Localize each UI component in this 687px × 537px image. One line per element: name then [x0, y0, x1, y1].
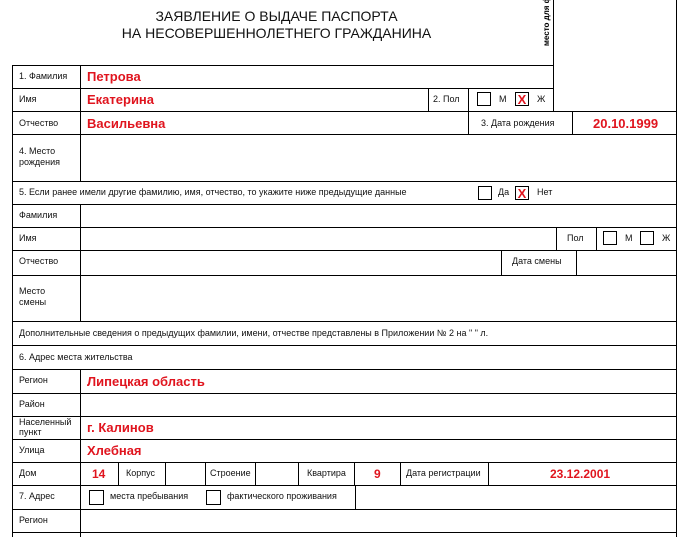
photo-box-right-border	[676, 0, 677, 537]
prev-sex-label: Пол	[567, 233, 584, 243]
reg-date-field[interactable]: 23.12.2001	[489, 463, 676, 485]
cell-divider	[400, 462, 401, 485]
photo-placeholder-label: место для ф	[542, 0, 551, 46]
house-label: Дом	[19, 468, 37, 478]
sex-female-checkbox[interactable]: X	[515, 92, 529, 106]
cell-divider	[428, 88, 429, 111]
birthdate-value: 20.10.1999	[593, 116, 659, 131]
district-field[interactable]	[81, 394, 676, 416]
street-field[interactable]: Хлебная	[81, 440, 676, 462]
birthplace-label-line-2: рождения	[19, 157, 61, 167]
name-label: Имя	[19, 94, 37, 104]
cell-divider	[556, 227, 557, 250]
row-line	[12, 532, 676, 533]
prev-name-label: Имя	[19, 233, 37, 243]
prev-name-field[interactable]	[81, 228, 555, 250]
cell-divider	[468, 111, 469, 134]
stay-address-label: места пребывания	[110, 491, 189, 501]
region-label: Регион	[19, 375, 48, 385]
house-field[interactable]: 14	[81, 463, 118, 485]
previous-names-no-checkbox[interactable]: X	[515, 186, 529, 200]
birthdate-field[interactable]: 20.10.1999	[573, 112, 676, 134]
previous-names-no-label: Нет	[537, 187, 553, 197]
row-line	[12, 181, 676, 182]
locality-field[interactable]: г. Калинов	[81, 417, 676, 439]
previous-names-yes-label: Да	[498, 187, 510, 197]
form-title-line-2: НА НЕСОВЕРШЕННОЛЕТНЕГО ГРАЖДАНИНА	[121, 25, 432, 41]
row-line	[12, 345, 676, 346]
patronymic-label: Отчество	[19, 118, 59, 128]
form-title-line-1: ЗАЯВЛЕНИЕ О ВЫДАЧЕ ПАСПОРТА	[155, 8, 398, 24]
prev-patronymic-label: Отчество	[19, 256, 59, 266]
cell-divider	[501, 250, 502, 275]
prev-patronymic-field[interactable]	[81, 251, 500, 274]
region-field[interactable]: Липецкая область	[81, 370, 676, 393]
stay-address-checkbox[interactable]	[89, 490, 104, 505]
prev-sex-female-label: Ж	[662, 233, 671, 243]
surname-value: Петрова	[87, 69, 141, 84]
birthdate-label: 3. Дата рождения	[481, 118, 555, 128]
region-value: Липецкая область	[87, 374, 205, 389]
region-7-label: Регион	[19, 515, 48, 525]
structure-label: Строение	[210, 468, 251, 478]
structure-field[interactable]	[256, 463, 298, 485]
change-date-label: Дата смены	[512, 256, 562, 266]
name-value: Екатерина	[87, 92, 155, 107]
prev-sex-male-label: М	[625, 233, 633, 243]
prev-sex-male-checkbox[interactable]	[603, 231, 617, 245]
cell-divider	[118, 462, 119, 485]
previous-names-yes-checkbox[interactable]	[478, 186, 492, 200]
row-line	[12, 485, 676, 486]
change-place-label-line-1: Место	[19, 286, 46, 296]
apartment-label: Квартира	[307, 468, 346, 478]
reg-date-label: Дата регистрации	[406, 468, 481, 478]
sex-label: 2. Пол	[433, 94, 460, 104]
surname-label: 1. Фамилия	[19, 71, 68, 81]
building-field[interactable]	[166, 463, 205, 485]
change-place-field[interactable]	[81, 276, 676, 321]
previous-names-question: 5. Если ранее имели другие фамилию, имя,…	[19, 187, 407, 197]
prev-surname-label: Фамилия	[19, 210, 58, 220]
sex-male-checkbox[interactable]	[477, 92, 491, 106]
prev-surname-field[interactable]	[81, 205, 676, 227]
region-7-field[interactable]	[81, 510, 676, 532]
reg-date-value: 23.12.2001	[550, 467, 611, 481]
address-7-label: 7. Адрес	[19, 491, 55, 501]
cell-divider	[468, 88, 469, 111]
actual-address-label: фактического проживания	[227, 491, 337, 501]
sex-female-label: Ж	[537, 94, 546, 104]
apartment-value: 9	[374, 467, 381, 481]
actual-address-checkbox[interactable]	[206, 490, 221, 505]
prev-sex-female-checkbox[interactable]	[640, 231, 654, 245]
locality-label-line-2: пункт	[19, 427, 42, 437]
surname-field[interactable]: Петрова	[81, 66, 553, 88]
patronymic-value: Васильевна	[87, 116, 166, 131]
birthplace-label-line-1: 4. Место	[19, 146, 56, 156]
photo-box-left-border	[553, 0, 554, 112]
residence-address-title: 6. Адрес места жительства	[19, 352, 133, 362]
district-label: Район	[19, 399, 45, 409]
street-label: Улица	[19, 445, 45, 455]
building-label: Корпус	[126, 468, 156, 478]
cell-divider	[205, 462, 206, 485]
form-left-border	[12, 65, 13, 537]
locality-value: г. Калинов	[87, 420, 154, 435]
patronymic-field[interactable]: Васильевна	[81, 112, 467, 134]
change-place-label-line-2: смены	[19, 297, 47, 307]
sex-male-label: М	[499, 94, 507, 104]
name-field[interactable]: Екатерина	[81, 89, 427, 111]
cell-divider	[298, 462, 299, 485]
cell-divider	[355, 485, 356, 509]
apartment-field[interactable]: 9	[355, 463, 400, 485]
change-date-field[interactable]	[577, 251, 676, 274]
street-value: Хлебная	[87, 443, 142, 458]
house-value: 14	[92, 467, 106, 481]
additional-info-text: Дополнительные сведения о предыдущих фам…	[19, 328, 489, 338]
birthplace-field[interactable]	[81, 135, 676, 181]
cell-divider	[596, 227, 597, 250]
row-line	[12, 321, 676, 322]
